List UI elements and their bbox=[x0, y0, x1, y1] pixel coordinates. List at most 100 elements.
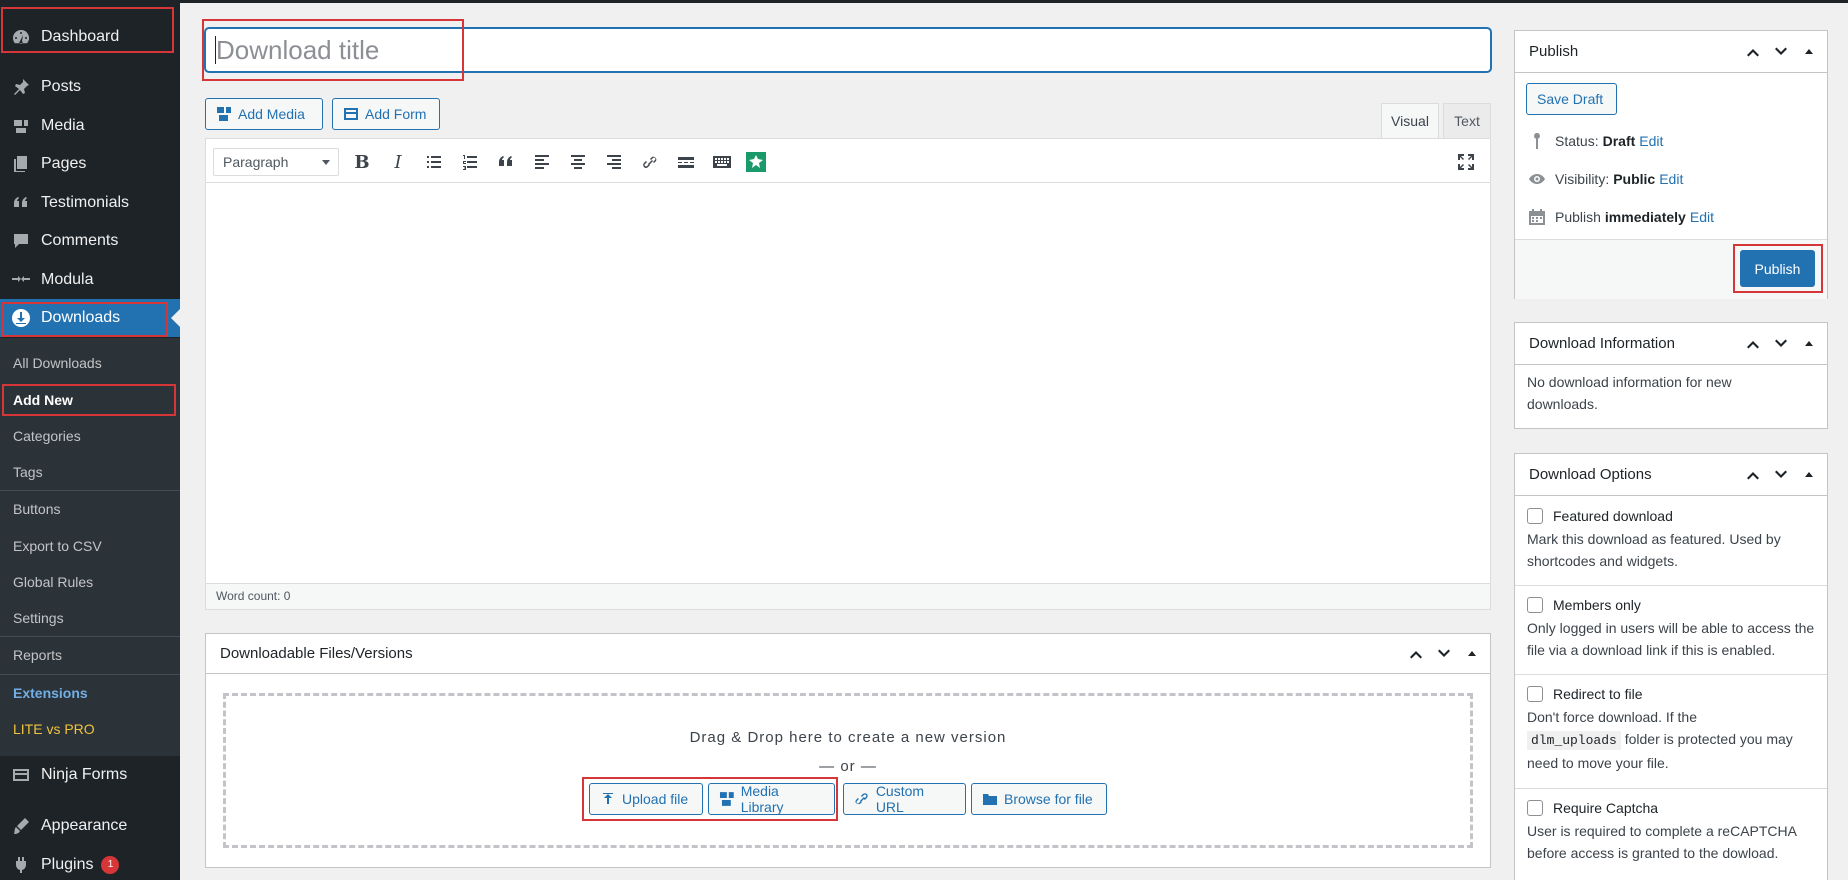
browse-for-file-button[interactable]: Browse for file bbox=[971, 783, 1107, 815]
status-label: Status: bbox=[1555, 133, 1599, 149]
download-title-input[interactable] bbox=[205, 28, 1491, 72]
read-more-icon[interactable] bbox=[673, 149, 699, 175]
status-edit-link[interactable]: Edit bbox=[1639, 133, 1663, 149]
submenu-buttons[interactable]: Buttons bbox=[13, 494, 60, 524]
plugins-update-badge: 1 bbox=[101, 856, 120, 874]
submenu-tags[interactable]: Tags bbox=[13, 457, 43, 487]
numbered-list-icon[interactable] bbox=[457, 149, 483, 175]
upload-file-button[interactable]: Upload file bbox=[589, 783, 703, 815]
submenu-reports[interactable]: Reports bbox=[13, 640, 62, 670]
add-media-button[interactable]: Add Media bbox=[205, 98, 323, 130]
submenu-divider bbox=[0, 636, 180, 637]
calendar-icon bbox=[1529, 209, 1545, 225]
download-information-box: Download Information No download informa… bbox=[1514, 322, 1828, 429]
sidebar-item-pages[interactable]: Pages bbox=[0, 145, 180, 183]
align-left-icon[interactable] bbox=[529, 149, 555, 175]
sidebar-item-label: Pages bbox=[41, 155, 87, 172]
captcha-checkbox[interactable] bbox=[1527, 800, 1543, 816]
tab-text[interactable]: Text bbox=[1443, 103, 1491, 138]
option-members-line: Members only bbox=[1527, 597, 1827, 613]
sidebar-item-downloads[interactable]: Downloads bbox=[0, 299, 180, 337]
blockquote-icon[interactable] bbox=[493, 149, 519, 175]
forms-icon bbox=[9, 763, 33, 787]
add-form-button[interactable]: Add Form bbox=[332, 98, 440, 130]
sidebar-item-label: Testimonials bbox=[41, 194, 130, 211]
publish-time-edit-link[interactable]: Edit bbox=[1690, 209, 1714, 225]
chevron-down-icon[interactable] bbox=[1771, 42, 1791, 62]
pin-icon bbox=[1534, 133, 1540, 149]
sidebar-item-dashboard[interactable]: Dashboard bbox=[0, 18, 180, 56]
custom-url-button[interactable]: Custom URL bbox=[843, 783, 966, 815]
chevron-down-icon[interactable] bbox=[1434, 644, 1454, 664]
custom-url-label: Custom URL bbox=[875, 783, 925, 815]
chevron-up-icon[interactable] bbox=[1743, 42, 1763, 62]
sidebar-item-comments[interactable]: Comments bbox=[0, 222, 180, 260]
sidebar-item-modula[interactable]: Modula bbox=[0, 261, 180, 299]
featured-checkbox[interactable] bbox=[1527, 508, 1543, 524]
sidebar-item-label: Comments bbox=[41, 232, 119, 249]
submenu-export-csv[interactable]: Export to CSV bbox=[13, 531, 102, 561]
publish-time-label: Publish bbox=[1555, 209, 1601, 225]
box-controls bbox=[1406, 644, 1482, 664]
option-redirect-line: Redirect to file bbox=[1527, 686, 1827, 702]
save-draft-button[interactable]: Save Draft bbox=[1526, 83, 1617, 115]
members-only-checkbox[interactable] bbox=[1527, 597, 1543, 613]
sidebar-item-appearance[interactable]: Appearance bbox=[0, 807, 180, 845]
italic-icon[interactable]: I bbox=[385, 149, 411, 175]
submenu-categories[interactable]: Categories bbox=[13, 421, 81, 451]
submenu-add-new[interactable]: Add New bbox=[13, 385, 73, 415]
redirect-checkbox[interactable] bbox=[1527, 686, 1543, 702]
media-library-button[interactable]: Media Library bbox=[708, 783, 835, 815]
comment-icon bbox=[9, 229, 33, 253]
folder-icon bbox=[983, 794, 997, 805]
collapse-icon[interactable] bbox=[1799, 334, 1819, 354]
file-dropzone[interactable]: Drag & Drop here to create a new version… bbox=[223, 693, 1473, 848]
option-divider bbox=[1515, 788, 1827, 789]
upload-icon bbox=[603, 793, 613, 804]
save-draft-label: Save Draft bbox=[1537, 91, 1604, 107]
chevron-down-icon[interactable] bbox=[1771, 334, 1791, 354]
redirect-label: Redirect to file bbox=[1553, 686, 1643, 702]
align-center-icon[interactable] bbox=[565, 149, 591, 175]
submenu-all-downloads[interactable]: All Downloads bbox=[13, 348, 102, 378]
submenu-settings[interactable]: Settings bbox=[13, 603, 64, 633]
chevron-up-icon[interactable] bbox=[1406, 644, 1426, 664]
submenu-global-rules[interactable]: Global Rules bbox=[13, 567, 93, 597]
text-caret bbox=[215, 36, 216, 64]
visibility-edit-link[interactable]: Edit bbox=[1659, 171, 1683, 187]
collapse-icon[interactable] bbox=[1462, 644, 1482, 664]
plugins-icon bbox=[9, 853, 33, 877]
fullscreen-icon[interactable] bbox=[1453, 149, 1479, 175]
align-right-icon[interactable] bbox=[601, 149, 627, 175]
sidebar-item-media[interactable]: Media bbox=[0, 107, 180, 145]
chevron-up-icon[interactable] bbox=[1743, 465, 1763, 485]
bullet-list-icon[interactable] bbox=[421, 149, 447, 175]
content-editor: Paragraph B I Word count: 0 bbox=[205, 138, 1491, 610]
chevron-down-icon[interactable] bbox=[1771, 465, 1791, 485]
sidebar-item-ninja-forms[interactable]: Ninja Forms bbox=[0, 756, 180, 794]
redirect-desc: Don't force download. If the dlm_uploads… bbox=[1527, 706, 1827, 774]
publish-button[interactable]: Publish bbox=[1740, 250, 1815, 287]
modula-icon bbox=[9, 268, 33, 292]
sidebar-item-testimonials[interactable]: Testimonials bbox=[0, 184, 180, 222]
chevron-up-icon[interactable] bbox=[1743, 334, 1763, 354]
featured-label: Featured download bbox=[1553, 508, 1673, 524]
status-value: Draft bbox=[1602, 133, 1636, 149]
bold-icon[interactable]: B bbox=[349, 149, 375, 175]
format-select[interactable]: Paragraph bbox=[213, 148, 339, 176]
captcha-desc: User is required to complete a reCAPTCHA… bbox=[1527, 823, 1797, 861]
submenu-extensions[interactable]: Extensions bbox=[13, 678, 88, 708]
link-icon[interactable] bbox=[637, 149, 663, 175]
add-form-label: Add Form bbox=[365, 106, 427, 122]
tab-visual[interactable]: Visual bbox=[1381, 103, 1439, 138]
sidebar-item-plugins[interactable]: Plugins 1 bbox=[0, 846, 180, 880]
collapse-icon[interactable] bbox=[1799, 465, 1819, 485]
sidebar-item-posts[interactable]: Posts bbox=[0, 68, 180, 106]
keyboard-icon[interactable] bbox=[709, 149, 735, 175]
submenu-lite-vs-pro[interactable]: LITE vs PRO bbox=[13, 714, 95, 744]
media-icon bbox=[719, 792, 734, 806]
collapse-icon[interactable] bbox=[1799, 42, 1819, 62]
submenu-divider bbox=[0, 674, 180, 675]
downloads-submenu: All Downloads Add New Categories Tags Bu… bbox=[0, 338, 180, 756]
ninja-forms-icon[interactable] bbox=[743, 149, 769, 175]
